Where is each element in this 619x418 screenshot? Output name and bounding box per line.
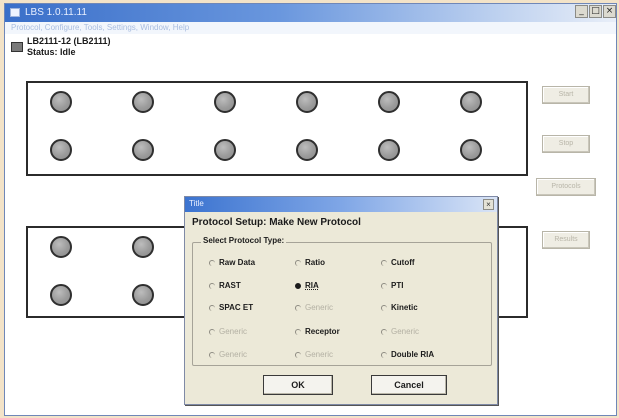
radio-double-ria[interactable]: Double RIA bbox=[381, 350, 434, 359]
radio-generic: Generic bbox=[209, 350, 247, 359]
plate-well[interactable] bbox=[378, 91, 400, 113]
radio-generic: Generic bbox=[295, 350, 333, 359]
radio-indicator-checked bbox=[295, 282, 301, 289]
device-id-label: LB2111-12 (LB2111) bbox=[27, 36, 111, 46]
radio-indicator bbox=[381, 259, 387, 266]
radio-indicator bbox=[381, 351, 387, 358]
main-window: LBS 1.0.11.11 _ □ × Protocol, Configure,… bbox=[4, 3, 617, 416]
radio-indicator bbox=[295, 304, 301, 311]
radio-indicator bbox=[381, 304, 387, 311]
cancel-button[interactable]: Cancel bbox=[371, 375, 447, 395]
dialog-title: Title bbox=[189, 199, 204, 208]
radio-generic: Generic bbox=[209, 327, 247, 336]
radio-indicator bbox=[295, 328, 301, 335]
plate-well[interactable] bbox=[296, 139, 318, 161]
protocols-button[interactable]: Protocols bbox=[536, 178, 596, 196]
menu-bar: Protocol, Configure, Tools, Settings, Wi… bbox=[5, 22, 616, 34]
radio-generic: Generic bbox=[295, 303, 333, 312]
plate-well[interactable] bbox=[132, 91, 154, 113]
radio-indicator bbox=[209, 282, 215, 289]
radio-indicator bbox=[209, 259, 215, 266]
device-status-label: Status: Idle bbox=[27, 47, 76, 57]
dialog-close-button[interactable]: × bbox=[483, 199, 494, 210]
menu-items[interactable]: Protocol, Configure, Tools, Settings, Wi… bbox=[11, 23, 189, 32]
radio-ria[interactable]: RIA bbox=[295, 281, 319, 290]
plate-top bbox=[26, 81, 528, 176]
plate-well[interactable] bbox=[296, 91, 318, 113]
plate-well[interactable] bbox=[460, 91, 482, 113]
plate-well[interactable] bbox=[460, 139, 482, 161]
minimize-button[interactable]: _ bbox=[575, 5, 588, 18]
protocol-setup-dialog: Title × Protocol Setup: Make New Protoco… bbox=[184, 196, 498, 405]
close-button[interactable]: × bbox=[603, 5, 616, 18]
radio-spac-et[interactable]: SPAC ET bbox=[209, 303, 253, 312]
radio-ratio[interactable]: Ratio bbox=[295, 258, 325, 267]
plate-well[interactable] bbox=[132, 284, 154, 306]
radio-indicator bbox=[209, 304, 215, 311]
plate-well[interactable] bbox=[214, 139, 236, 161]
plate-well[interactable] bbox=[214, 91, 236, 113]
window-controls: _ □ × bbox=[575, 5, 616, 18]
plate-well[interactable] bbox=[132, 236, 154, 258]
radio-indicator bbox=[295, 351, 301, 358]
window-title: LBS 1.0.11.11 bbox=[25, 7, 87, 18]
radio-generic: Generic bbox=[381, 327, 419, 336]
plate-well[interactable] bbox=[50, 139, 72, 161]
radio-pti[interactable]: PTI bbox=[381, 281, 403, 290]
dialog-heading: Protocol Setup: Make New Protocol bbox=[192, 217, 361, 228]
ok-button[interactable]: OK bbox=[263, 375, 333, 395]
maximize-button[interactable]: □ bbox=[589, 5, 602, 18]
radio-indicator bbox=[381, 328, 387, 335]
plate-well[interactable] bbox=[50, 284, 72, 306]
stop-button[interactable]: Stop bbox=[542, 135, 590, 153]
radio-indicator bbox=[209, 328, 215, 335]
dialog-title-bar[interactable]: Title × bbox=[185, 197, 497, 212]
start-button[interactable]: Start bbox=[542, 86, 590, 104]
radio-indicator bbox=[295, 259, 301, 266]
protocol-type-group-label: Select Protocol Type: bbox=[201, 236, 287, 245]
plate-well[interactable] bbox=[50, 91, 72, 113]
plate-well[interactable] bbox=[132, 139, 154, 161]
results-button[interactable]: Results bbox=[542, 231, 590, 249]
radio-indicator bbox=[209, 351, 215, 358]
radio-kinetic[interactable]: Kinetic bbox=[381, 303, 418, 312]
radio-rast[interactable]: RAST bbox=[209, 281, 241, 290]
plate-well[interactable] bbox=[378, 139, 400, 161]
plate-well[interactable] bbox=[50, 236, 72, 258]
radio-indicator bbox=[381, 282, 387, 289]
app-window-icon bbox=[10, 8, 20, 17]
instrument-icon bbox=[11, 42, 23, 52]
radio-receptor[interactable]: Receptor bbox=[295, 327, 340, 336]
radio-raw-data[interactable]: Raw Data bbox=[209, 258, 255, 267]
title-bar[interactable]: LBS 1.0.11.11 _ □ × bbox=[5, 4, 616, 22]
radio-cutoff[interactable]: Cutoff bbox=[381, 258, 415, 267]
